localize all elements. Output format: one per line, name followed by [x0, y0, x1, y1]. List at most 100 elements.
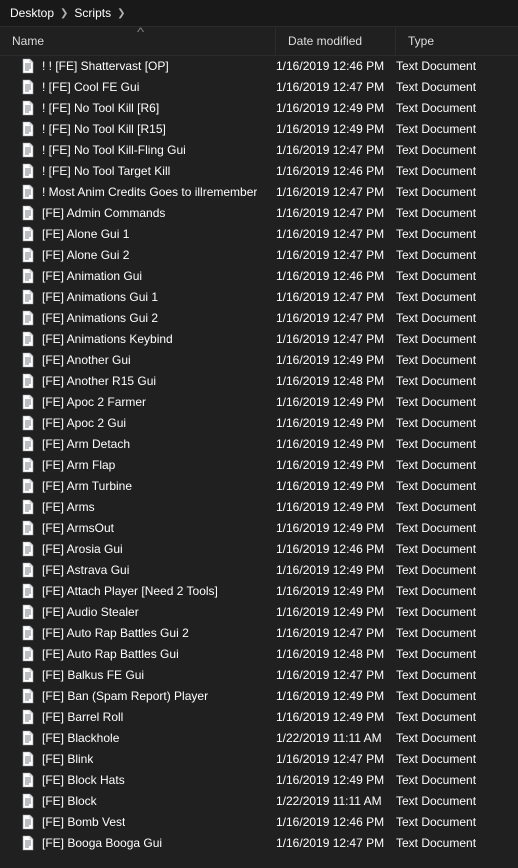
text-document-icon	[20, 499, 36, 515]
file-type: Text Document	[396, 353, 518, 367]
file-list[interactable]: ! ! [FE] Shattervast [OP]1/16/2019 12:46…	[0, 55, 518, 868]
file-type: Text Document	[396, 500, 518, 514]
file-row[interactable]: [FE] Barrel Roll1/16/2019 12:49 PMText D…	[0, 706, 518, 727]
file-type: Text Document	[396, 59, 518, 73]
text-document-icon	[20, 457, 36, 473]
cell-name: ! [FE] No Tool Kill [R6]	[20, 100, 276, 116]
breadcrumb-part-scripts[interactable]: Scripts	[70, 6, 115, 20]
file-type: Text Document	[396, 689, 518, 703]
file-row[interactable]: [FE] Arm Flap1/16/2019 12:49 PMText Docu…	[0, 454, 518, 475]
file-date: 1/16/2019 12:49 PM	[276, 458, 396, 472]
chevron-right-icon[interactable]: ❯	[115, 8, 127, 19]
file-row[interactable]: [FE] Animations Keybind 1/16/2019 12:47 P…	[0, 328, 518, 349]
column-header-type[interactable]: Type	[396, 27, 518, 55]
cell-name: [FE] Alone Gui 2	[20, 247, 276, 263]
file-row[interactable]: [FE] Arosia Gui 1/16/2019 12:46 PMText Do…	[0, 538, 518, 559]
file-name: [FE] Auto Rap Battles Gui	[42, 647, 179, 661]
file-row[interactable]: ! [FE] No Tool Kill-Fling Gui1/16/2019 1…	[0, 139, 518, 160]
file-date: 1/22/2019 11:11 AM	[276, 794, 396, 808]
file-row[interactable]: [FE] Another R15 Gui1/16/2019 12:48 PMTe…	[0, 370, 518, 391]
file-name: [FE] Arms	[42, 500, 95, 514]
file-row[interactable]: [FE] Animations Gui 11/16/2019 12:47 PMT…	[0, 286, 518, 307]
file-date: 1/16/2019 12:46 PM	[276, 542, 396, 556]
file-row[interactable]: ! Most Anim Credits Goes to illremember1…	[0, 181, 518, 202]
file-date: 1/16/2019 12:47 PM	[276, 332, 396, 346]
file-row[interactable]: ! ! [FE] Shattervast [OP]1/16/2019 12:46…	[0, 55, 518, 76]
file-row[interactable]: [FE] Block1/22/2019 11:11 AMText Documen…	[0, 790, 518, 811]
file-date: 1/16/2019 12:49 PM	[276, 416, 396, 430]
file-row[interactable]: [FE] Alone Gui 11/16/2019 12:47 PMText D…	[0, 223, 518, 244]
file-row[interactable]: [FE] Animations Gui 21/16/2019 12:47 PMT…	[0, 307, 518, 328]
file-row[interactable]: [FE] Auto Rap Battles Gui1/16/2019 12:48…	[0, 643, 518, 664]
file-row[interactable]: [FE] Astrava Gui1/16/2019 12:49 PMText D…	[0, 559, 518, 580]
file-date: 1/16/2019 12:49 PM	[276, 521, 396, 535]
chevron-right-icon[interactable]: ❯	[58, 8, 70, 19]
file-row[interactable]: ! [FE] No Tool Target Kill1/16/2019 12:4…	[0, 160, 518, 181]
file-row[interactable]: [FE] Ban (Spam Report) Player1/16/2019 1…	[0, 685, 518, 706]
file-type: Text Document	[396, 542, 518, 556]
file-row[interactable]: [FE] Animation Gui1/16/2019 12:46 PMText…	[0, 265, 518, 286]
file-row[interactable]: [FE] Blink1/16/2019 12:47 PMText Documen…	[0, 748, 518, 769]
file-date: 1/16/2019 12:47 PM	[276, 80, 396, 94]
column-header-date-label: Date modified	[288, 34, 362, 48]
cell-name: [FE] Apoc 2 Farmer	[20, 394, 276, 410]
file-row[interactable]: [FE] Another Gui1/16/2019 12:49 PMText D…	[0, 349, 518, 370]
file-row[interactable]: ! [FE] No Tool Kill [R6]1/16/2019 12:49 …	[0, 97, 518, 118]
file-row[interactable]: [FE] Bomb Vest1/16/2019 12:46 PMText Doc…	[0, 811, 518, 832]
cell-name: [FE] Auto Rap Battles Gui	[20, 646, 276, 662]
file-row[interactable]: [FE] Block Hats1/16/2019 12:49 PMText Do…	[0, 769, 518, 790]
file-date: 1/16/2019 12:47 PM	[276, 311, 396, 325]
file-row[interactable]: [FE] Admin Commands1/16/2019 12:47 PMTex…	[0, 202, 518, 223]
cell-name: [FE] Arosia Gui	[20, 541, 276, 557]
file-type: Text Document	[396, 584, 518, 598]
cell-name: [FE] Block Hats	[20, 772, 276, 788]
file-type: Text Document	[396, 290, 518, 304]
cell-name: ! Most Anim Credits Goes to illremember	[20, 184, 276, 200]
file-type: Text Document	[396, 668, 518, 682]
file-row[interactable]: [FE] Alone Gui 21/16/2019 12:47 PMText D…	[0, 244, 518, 265]
file-name: [FE] Ban (Spam Report) Player	[42, 689, 208, 703]
text-document-icon	[20, 268, 36, 284]
file-row[interactable]: [FE] Attach Player [Need 2 Tools]1/16/20…	[0, 580, 518, 601]
file-type: Text Document	[396, 122, 518, 136]
file-row[interactable]: ! [FE] No Tool Kill [R15]1/16/2019 12:49…	[0, 118, 518, 139]
file-row[interactable]: [FE] Apoc 2 Farmer1/16/2019 12:49 PMText…	[0, 391, 518, 412]
file-type: Text Document	[396, 605, 518, 619]
text-document-icon	[20, 709, 36, 725]
cell-name: [FE] Blink	[20, 751, 276, 767]
file-row[interactable]: [FE] Audio Stealer1/16/2019 12:49 PMText…	[0, 601, 518, 622]
file-name: [FE] Animations Keybind	[42, 332, 173, 346]
file-name: [FE] Blink	[42, 752, 93, 766]
breadcrumb-part-desktop[interactable]: Desktop	[6, 6, 58, 20]
file-row[interactable]: [FE] Arm Turbine1/16/2019 12:49 PMText D…	[0, 475, 518, 496]
breadcrumb[interactable]: Desktop ❯ Scripts ❯	[0, 0, 518, 27]
file-row[interactable]: [FE] ArmsOut1/16/2019 12:49 PMText Docum…	[0, 517, 518, 538]
text-document-icon	[20, 667, 36, 683]
file-row[interactable]: [FE] Apoc 2 Gui1/16/2019 12:49 PMText Do…	[0, 412, 518, 433]
file-row[interactable]: [FE] Arms1/16/2019 12:49 PMText Document	[0, 496, 518, 517]
file-row[interactable]: [FE] Auto Rap Battles Gui 21/16/2019 12:…	[0, 622, 518, 643]
column-header-name-label: Name	[12, 34, 44, 48]
column-header-date[interactable]: Date modified	[276, 27, 396, 55]
file-date: 1/16/2019 12:47 PM	[276, 248, 396, 262]
file-type: Text Document	[396, 269, 518, 283]
file-row[interactable]: ! [FE] Cool FE Gui1/16/2019 12:47 PMText…	[0, 76, 518, 97]
file-row[interactable]: [FE] Booga Booga Gui1/16/2019 12:47 PMTe…	[0, 832, 518, 853]
text-document-icon	[20, 730, 36, 746]
file-row[interactable]: [FE] Blackhole1/22/2019 11:11 AMText Doc…	[0, 727, 518, 748]
column-headers: Name ˄ Date modified Type	[0, 27, 518, 56]
file-date: 1/16/2019 12:49 PM	[276, 584, 396, 598]
file-date: 1/16/2019 12:49 PM	[276, 710, 396, 724]
column-header-name[interactable]: Name ˄	[0, 27, 276, 55]
file-name: [FE] Arosia Gui	[42, 542, 123, 556]
file-name: [FE] Bomb Vest	[42, 815, 125, 829]
text-document-icon	[20, 226, 36, 242]
cell-name: ! [FE] No Tool Kill-Fling Gui	[20, 142, 276, 158]
file-row[interactable]: [FE] Balkus FE Gui1/16/2019 12:47 PMText…	[0, 664, 518, 685]
file-date: 1/16/2019 12:49 PM	[276, 101, 396, 115]
cell-name: [FE] Arm Turbine	[20, 478, 276, 494]
file-type: Text Document	[396, 143, 518, 157]
file-date: 1/16/2019 12:49 PM	[276, 395, 396, 409]
file-row[interactable]: [FE] Arm Detach1/16/2019 12:49 PMText Do…	[0, 433, 518, 454]
file-date: 1/16/2019 12:47 PM	[276, 143, 396, 157]
